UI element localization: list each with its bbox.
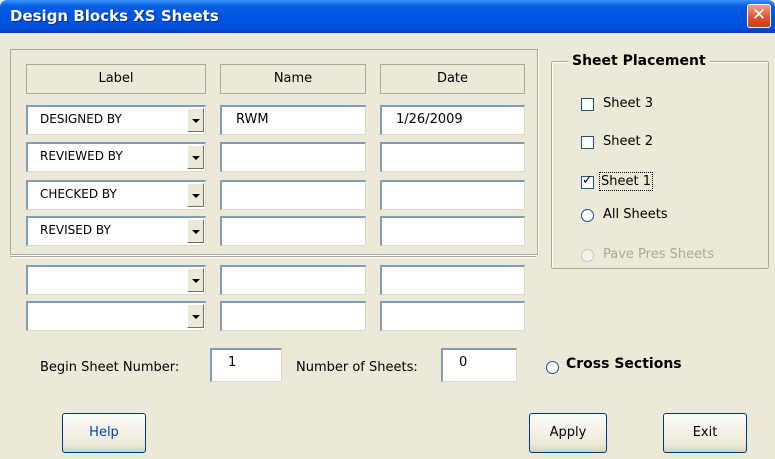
sheet2-label: Sheet 2 <box>603 134 653 149</box>
label-column-header: Label <box>26 64 206 94</box>
sheet2-checkbox[interactable] <box>581 136 594 149</box>
date-field-4[interactable] <box>380 216 525 246</box>
close-icon: ✕ <box>751 5 767 25</box>
date-field-6[interactable] <box>380 301 525 331</box>
cross-sections-label: Cross Sections <box>566 356 682 372</box>
label-select-1[interactable]: DESIGNED BY <box>26 105 206 135</box>
date-field-1[interactable]: 1/26/2009 <box>380 105 525 135</box>
date-field-2[interactable] <box>380 142 525 172</box>
name-field-4[interactable] <box>220 216 366 246</box>
chevron-down-icon[interactable] <box>187 268 204 292</box>
label-select-value: DESIGNED BY <box>40 112 122 126</box>
name-field-2[interactable] <box>220 142 366 172</box>
help-button[interactable]: Help <box>62 413 146 453</box>
num-sheets-input[interactable]: 0 <box>441 348 517 382</box>
label-select-4[interactable]: REVISED BY <box>26 216 206 246</box>
chevron-down-icon[interactable] <box>187 145 204 169</box>
label-select-value: REVIEWED BY <box>40 149 123 163</box>
date-field-5[interactable] <box>380 265 525 295</box>
sheet-placement-title: Sheet Placement <box>568 53 710 69</box>
sheet-placement-group <box>551 61 769 269</box>
label-select-5[interactable] <box>26 265 206 295</box>
sheet3-label: Sheet 3 <box>603 96 653 111</box>
sheet3-checkbox[interactable] <box>581 98 594 111</box>
name-field-1[interactable]: RWM <box>220 105 366 135</box>
chevron-down-icon[interactable] <box>187 183 204 207</box>
chevron-down-icon[interactable] <box>187 304 204 328</box>
chevron-down-icon[interactable] <box>187 219 204 243</box>
label-select-2[interactable]: REVIEWED BY <box>26 142 206 172</box>
pave-pres-radio <box>581 249 594 262</box>
begin-sheet-input[interactable]: 1 <box>210 348 282 382</box>
pave-pres-label: Pave Pres Sheets <box>603 247 714 262</box>
name-field-6[interactable] <box>220 301 366 331</box>
close-button[interactable]: ✕ <box>747 4 771 28</box>
window-title: Design Blocks XS Sheets <box>10 7 219 25</box>
date-column-header: Date <box>380 64 525 94</box>
grid-separator <box>10 256 536 257</box>
begin-sheet-label: Begin Sheet Number: <box>40 360 180 375</box>
cross-sections-radio[interactable] <box>546 361 559 374</box>
sheet1-checkbox[interactable] <box>581 173 594 189</box>
label-select-value: REVISED BY <box>40 223 111 237</box>
name-field-5[interactable] <box>220 265 366 295</box>
all-sheets-radio[interactable] <box>581 209 594 222</box>
exit-button[interactable]: Exit <box>663 413 747 453</box>
num-sheets-label: Number of Sheets: <box>296 360 418 375</box>
sheet1-label: Sheet 1 <box>599 172 653 191</box>
name-column-header: Name <box>220 64 366 94</box>
title-bar: Design Blocks XS Sheets ✕ <box>0 0 775 33</box>
name-field-3[interactable] <box>220 180 366 210</box>
label-select-value: CHECKED BY <box>40 187 117 201</box>
label-select-3[interactable]: CHECKED BY <box>26 180 206 210</box>
all-sheets-label: All Sheets <box>603 207 668 222</box>
chevron-down-icon[interactable] <box>187 108 204 132</box>
date-field-3[interactable] <box>380 180 525 210</box>
label-select-6[interactable] <box>26 301 206 331</box>
apply-button[interactable]: Apply <box>529 413 607 453</box>
